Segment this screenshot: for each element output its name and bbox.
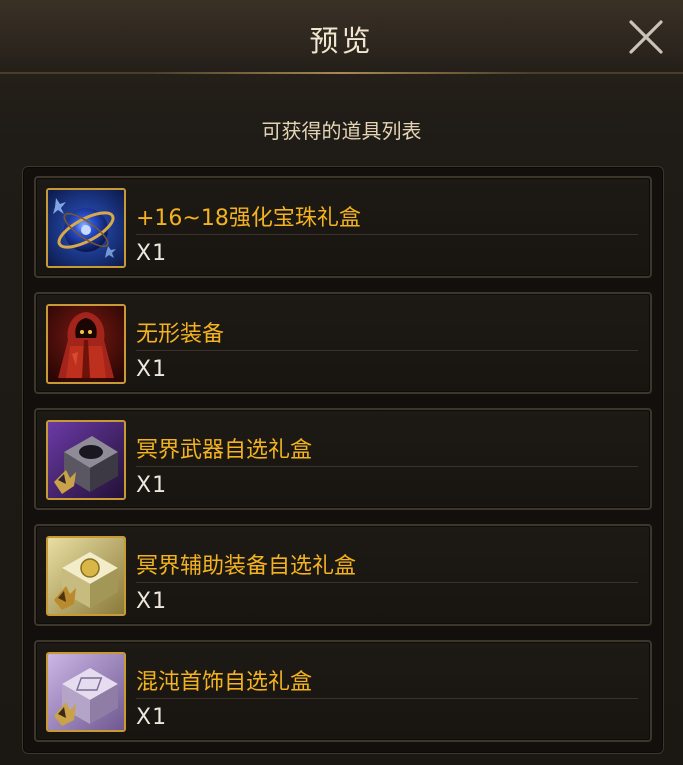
close-icon [629,20,663,54]
item-icon-frame[interactable] [46,652,126,732]
item-icon-frame[interactable] [46,536,126,616]
item-divider [136,582,638,583]
title-bar-accent [150,72,533,74]
lilac-box-icon [48,654,124,730]
list-item[interactable]: 冥界辅助装备自选礼盒 X1 [34,524,652,626]
list-item[interactable]: +16~18强化宝珠礼盒 X1 [34,176,652,278]
item-name: 冥界武器自选礼盒 [136,438,313,463]
item-divider [136,698,638,699]
item-icon-frame[interactable] [46,420,126,500]
blue-orb-icon [48,190,124,266]
gold-box-icon [48,538,124,614]
item-name: 无形装备 [136,322,225,347]
item-quantity: X1 [136,589,168,614]
title-bar: 预览 [0,0,683,74]
preview-dialog: 预览 可获得的道具列表 +16~18强化宝珠礼盒 X1 无形装备 X1 冥界武器… [0,0,683,765]
item-quantity: X1 [136,473,168,498]
list-subtitle: 可获得的道具列表 [261,119,422,143]
red-hooded-robe-icon [48,306,124,382]
item-quantity: X1 [136,241,168,266]
item-icon-frame[interactable] [46,188,126,268]
item-quantity: X1 [136,705,168,730]
item-divider [136,350,638,351]
item-name: 混沌首饰自选礼盒 [136,670,313,695]
item-name: +16~18强化宝珠礼盒 [136,206,361,231]
item-quantity: X1 [136,357,168,382]
item-icon-frame[interactable] [46,304,126,384]
purple-box-icon [48,422,124,498]
close-button[interactable] [621,12,671,62]
list-item[interactable]: 冥界武器自选礼盒 X1 [34,408,652,510]
item-divider [136,466,638,467]
item-divider [136,234,638,235]
list-item[interactable]: 无形装备 X1 [34,292,652,394]
item-name: 冥界辅助装备自选礼盒 [136,554,357,579]
list-item[interactable]: 混沌首饰自选礼盒 X1 [34,640,652,742]
dialog-title: 预览 [309,24,374,58]
